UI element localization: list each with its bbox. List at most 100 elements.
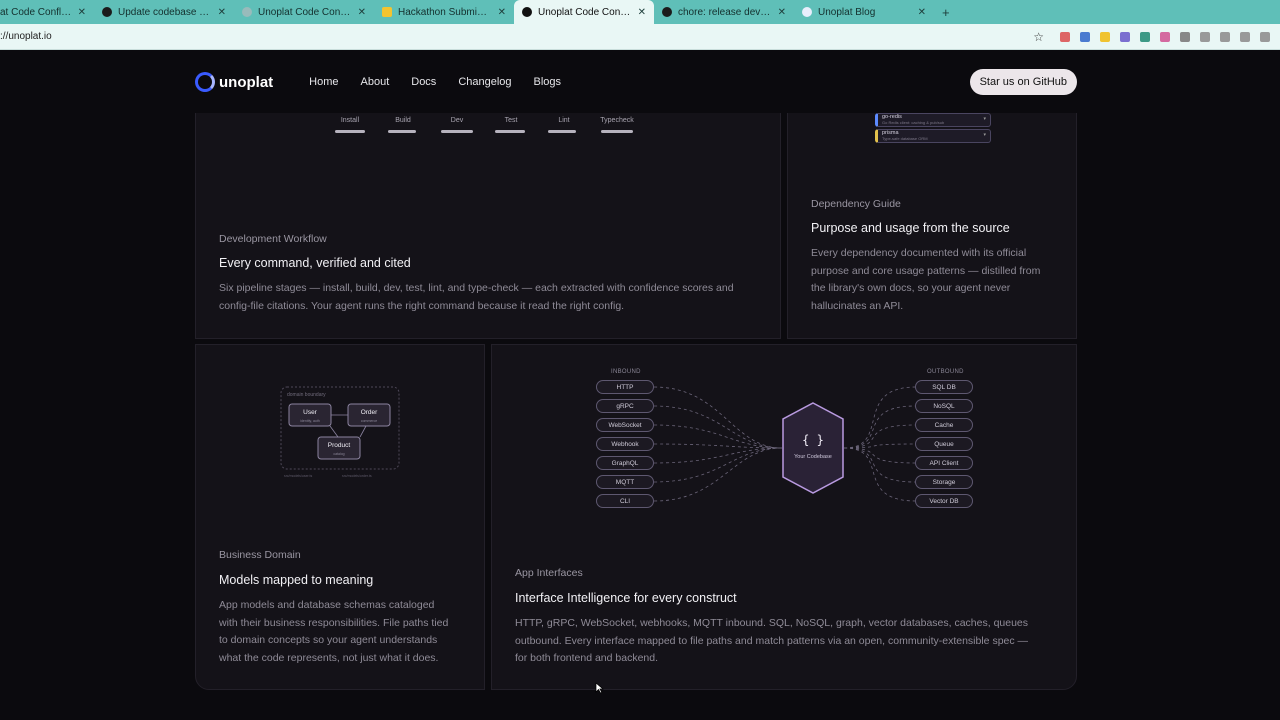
workflow-card: Install Build Dev Test Lint Typecheck De…	[195, 113, 781, 339]
browser-tab[interactable]: at Code Confluen ✕	[0, 0, 94, 24]
close-tab-icon[interactable]: ✕	[778, 7, 786, 18]
nav-link-blogs[interactable]: Blogs	[534, 76, 562, 88]
close-tab-icon[interactable]: ✕	[78, 7, 86, 18]
card-category: Development Workflow	[219, 233, 327, 245]
card-category: Business Domain	[219, 549, 301, 561]
card-body: Six pipeline stages — install, build, de…	[219, 280, 769, 315]
stage-label-build: Build	[395, 117, 411, 124]
card-heading: Purpose and usage from the source	[811, 221, 1010, 235]
inbound-chip-websocket: WebSocket	[596, 418, 654, 432]
card-icon[interactable]	[1220, 31, 1230, 42]
outbound-chip-nosql: NoSQL	[915, 399, 973, 413]
key-icon[interactable]	[1200, 31, 1210, 42]
domain-diagram: domain boundary User identity, auth Orde…	[280, 386, 400, 478]
outbound-chip-queue: Queue	[915, 437, 973, 451]
browser-tab[interactable]: chore: release dev by J ✕	[654, 0, 794, 24]
card-body-line: outbound. Every interface mapped to file…	[515, 634, 1029, 647]
card-body-line: App models and database schemas cataloge…	[219, 599, 435, 611]
card-body: App models and database schemas cataloge…	[219, 597, 479, 667]
url-field[interactable]: ://unoplat.io	[0, 31, 1033, 42]
card-heading: Models mapped to meaning	[219, 573, 374, 587]
card-body: Every dependency documented with its off…	[811, 245, 1071, 315]
node-product: Product	[328, 442, 351, 449]
extension-icon[interactable]	[1060, 31, 1070, 42]
close-tab-icon[interactable]: ✕	[218, 7, 226, 18]
codebase-glyph-icon: { }	[802, 433, 824, 447]
outbound-chip-api-client: API Client	[915, 456, 973, 470]
card-category: App Interfaces	[515, 567, 583, 579]
bookmark-star-icon[interactable]: ☆	[1033, 30, 1044, 44]
menu-icon[interactable]	[1260, 31, 1270, 42]
node-order-sub: commerce	[361, 419, 377, 423]
browser-tab[interactable]: Hackathon Submission ✕	[374, 0, 514, 24]
page-icon	[242, 7, 252, 17]
card-heading: Interface Intelligence for every constru…	[515, 591, 737, 605]
close-tab-icon[interactable]: ✕	[498, 7, 506, 18]
close-tab-icon[interactable]: ✕	[918, 7, 926, 18]
diagram-footer-left: src/models/user.ts	[284, 474, 312, 478]
stage-progress-bar	[388, 130, 416, 133]
card-body-line: the library's own docs, so your agent ne…	[811, 282, 1011, 294]
stage-progress-bar	[601, 130, 633, 133]
inbound-chip-webhook: Webhook	[596, 437, 654, 451]
outbound-chip-sql-db: SQL DB	[915, 380, 973, 394]
card-body-line: Six pipeline stages — install, build, de…	[219, 282, 734, 294]
puzzle-icon[interactable]	[1180, 31, 1190, 42]
outbound-chip-vector-db: Vector DB	[915, 494, 973, 508]
stage-label-dev: Dev	[450, 117, 464, 124]
close-tab-icon[interactable]: ✕	[638, 7, 646, 18]
card-body-line: Every dependency documented with its off…	[811, 247, 1027, 259]
stage-progress-bar	[335, 130, 365, 133]
dependency-desc: Type-safe database ORM	[882, 136, 928, 141]
extension-icon[interactable]	[1100, 31, 1110, 42]
extension-icon[interactable]	[1160, 31, 1170, 42]
star-github-button[interactable]: Star us on GitHub	[969, 69, 1077, 95]
chevron-down-icon: ▾	[983, 132, 986, 138]
card-body-line: with their business responsibilities. Fi…	[219, 616, 449, 629]
nav-link-about[interactable]: About	[361, 76, 390, 88]
site-nav: unoplat Home About Docs Changelog Blogs …	[195, 68, 1077, 96]
boundary-label: domain boundary	[287, 392, 326, 398]
logo-ring-icon	[195, 72, 215, 92]
inbound-chip-mqtt: MQTT	[596, 475, 654, 489]
diagram-footer-right: src/models/order.ts	[342, 474, 372, 478]
dependency-mini-list: go-redis Go Redis client: caching & pub/…	[875, 113, 991, 144]
browser-tab[interactable]: Update codebase artifa ✕	[94, 0, 234, 24]
new-tab-button[interactable]: +	[942, 5, 950, 20]
browser-tab[interactable]: Unoplat Blog ✕	[794, 0, 934, 24]
tab-title: Unoplat Code Confluen	[258, 6, 352, 18]
codebase-hexagon	[782, 402, 844, 494]
card-body-line: config-file citations. Your agent runs t…	[219, 299, 625, 312]
stage-progress-bar	[441, 130, 473, 133]
stage-progress-bar	[548, 130, 576, 133]
extension-icon[interactable]	[1080, 31, 1090, 42]
card-body-line: HTTP, gRPC, WebSocket, webhooks, MQTT in…	[515, 617, 1029, 629]
browser-tab-active[interactable]: Unoplat Code Confluen ✕	[514, 0, 654, 24]
card-body-line: hallucinates an API.	[811, 299, 904, 312]
site-logo[interactable]: unoplat	[195, 72, 273, 92]
browser-tab-strip: at Code Confluen ✕ Update codebase artif…	[0, 0, 1280, 24]
github-icon	[102, 7, 112, 17]
sidebar-icon[interactable]	[1240, 31, 1250, 42]
nav-link-docs[interactable]: Docs	[411, 76, 436, 88]
dependency-card: go-redis Go Redis client: caching & pub/…	[787, 113, 1077, 339]
chevron-down-icon: ▾	[983, 116, 986, 122]
browser-tab[interactable]: Unoplat Code Confluen ✕	[234, 0, 374, 24]
node-order: Order	[361, 409, 378, 416]
node-user: User	[303, 409, 318, 416]
extensions-area	[1060, 31, 1270, 42]
close-tab-icon[interactable]: ✕	[358, 7, 366, 18]
node-user-sub: identity, auth	[300, 419, 320, 423]
card-body-line: for both frontend and backend.	[515, 652, 659, 664]
extension-icon[interactable]	[1140, 31, 1150, 42]
nav-link-home[interactable]: Home	[309, 76, 338, 88]
extension-icon[interactable]	[1120, 31, 1130, 42]
dependency-desc: Go Redis client: caching & pub/sub	[882, 120, 945, 125]
inbound-chip-cli: CLI	[596, 494, 654, 508]
slides-icon	[382, 7, 392, 17]
page-viewport: unoplat Home About Docs Changelog Blogs …	[0, 50, 1280, 720]
nav-link-changelog[interactable]: Changelog	[458, 76, 511, 88]
dependency-row: go-redis Go Redis client: caching & pub/…	[875, 113, 991, 127]
github-icon	[662, 7, 672, 17]
tab-title: Update codebase artifa	[118, 6, 212, 18]
